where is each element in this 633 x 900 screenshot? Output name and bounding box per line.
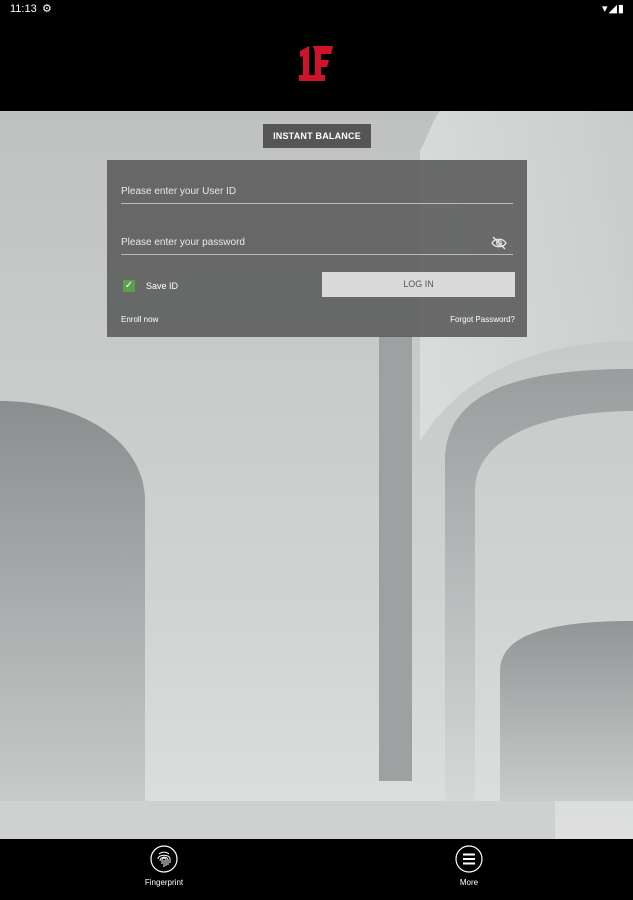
fingerprint-icon (150, 845, 178, 873)
visibility-off-icon[interactable] (491, 236, 507, 250)
bottom-navigation: Fingerprint More (0, 839, 633, 900)
more-nav-button[interactable]: More (429, 845, 509, 887)
user-id-field (121, 181, 513, 204)
instant-balance-button[interactable]: INSTANT BALANCE (263, 124, 371, 148)
settings-status-icon: ⚙ (42, 3, 52, 15)
fingerprint-label: Fingerprint (144, 878, 184, 887)
more-label: More (459, 878, 479, 887)
save-id-checkbox[interactable]: ✓ (123, 280, 135, 292)
status-time: 11:13 (10, 3, 37, 15)
save-id-label: Save ID (146, 281, 179, 291)
forgot-password-link[interactable]: Forgot Password? (450, 315, 515, 324)
enroll-now-link[interactable]: Enroll now (121, 315, 158, 324)
password-field (121, 232, 513, 255)
status-bar: 11:13 ⚙ ▾◢▮ (0, 0, 633, 18)
user-id-input[interactable] (121, 186, 481, 197)
signal-wifi-battery-icons: ▾◢▮ (601, 3, 625, 15)
app-header (0, 18, 633, 111)
login-panel: ✓ Save ID LOG IN Enroll now Forgot Passw… (107, 160, 527, 337)
menu-icon (455, 845, 483, 873)
login-button[interactable]: LOG IN (322, 272, 515, 297)
brand-logo (299, 46, 333, 81)
fingerprint-nav-button[interactable]: Fingerprint (124, 845, 204, 887)
login-screen: INSTANT BALANCE ✓ Save ID LOG IN Enroll … (0, 111, 633, 839)
password-input[interactable] (121, 237, 481, 248)
